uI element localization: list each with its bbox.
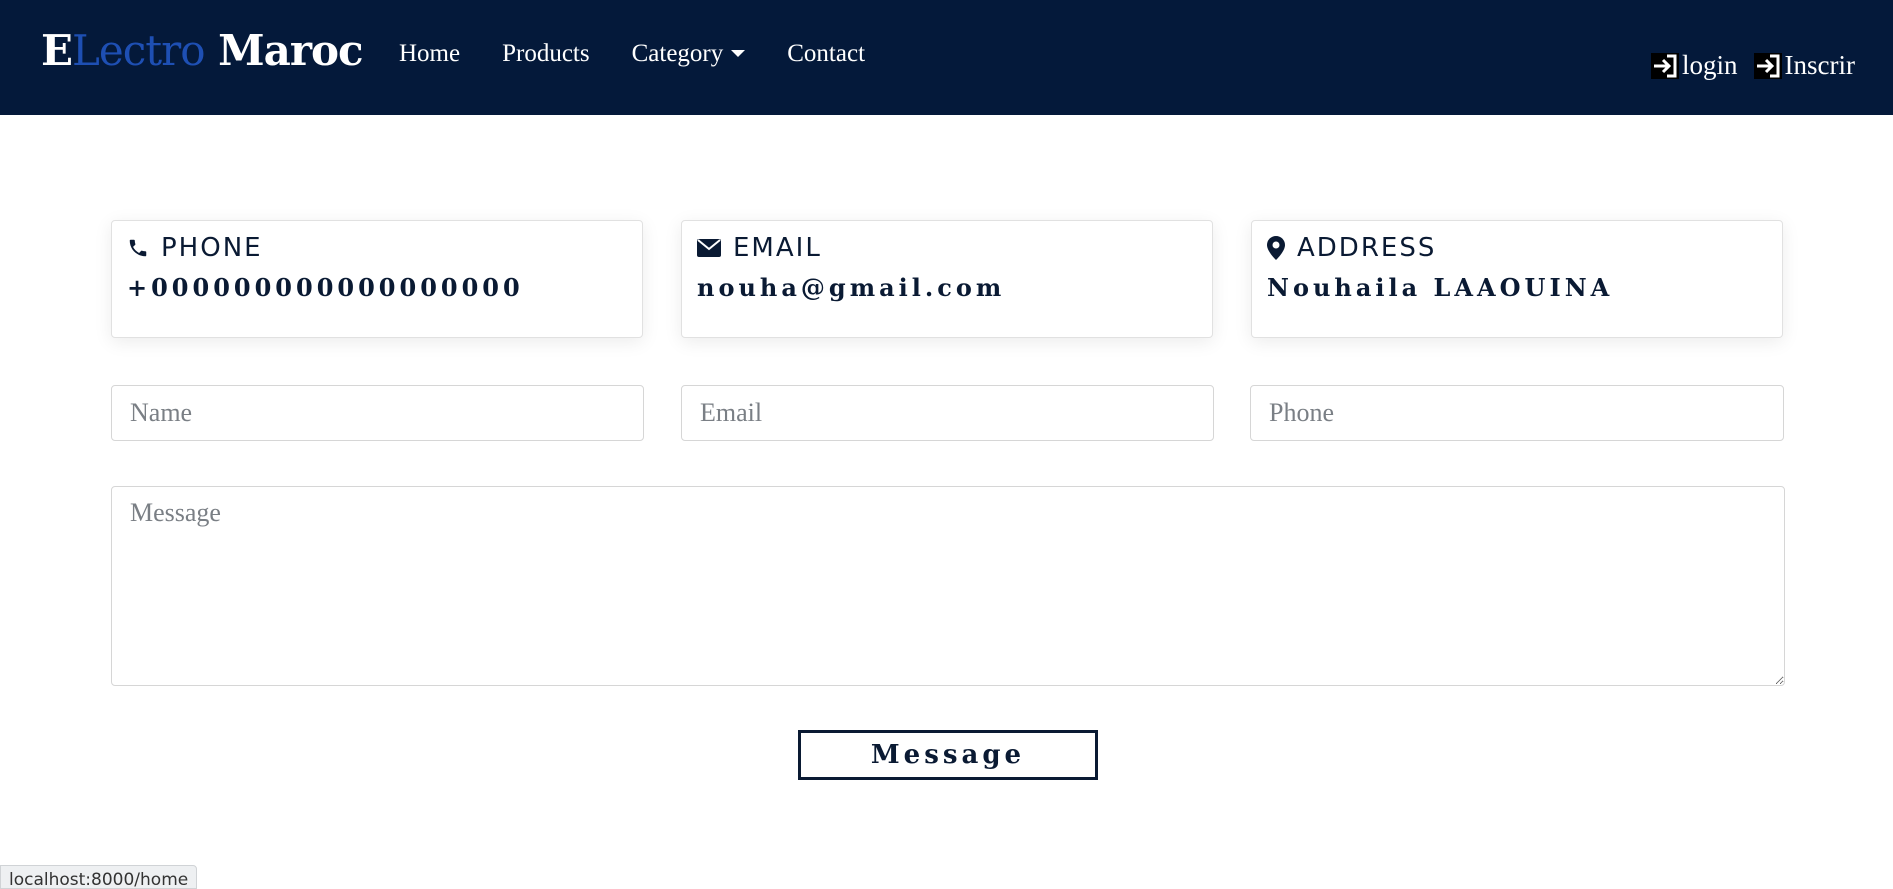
address-value: Nouhaila LAAOUINA: [1267, 273, 1614, 302]
nav-products[interactable]: Products: [502, 40, 590, 68]
phone-card: PHONE +000000000000000000: [111, 220, 643, 338]
navbar: ELectro Maroc Home Products Category Con…: [0, 0, 1893, 115]
phone-value: +000000000000000000: [127, 273, 524, 302]
sign-in-icon: [1753, 52, 1782, 79]
map-marker-icon: [1267, 236, 1285, 260]
address-label: ADDRESS: [1297, 233, 1437, 263]
sign-in-icon: [1651, 52, 1680, 79]
brand-logo[interactable]: ELectro Maroc: [41, 26, 364, 75]
phone-input[interactable]: [1250, 385, 1784, 441]
signup-label: Inscrir: [1784, 50, 1855, 80]
signup-link[interactable]: Inscrir: [1753, 50, 1855, 81]
login-label: login: [1682, 50, 1738, 80]
address-card: ADDRESS Nouhaila LAAOUINA: [1251, 220, 1783, 338]
email-input[interactable]: [681, 385, 1214, 441]
brand-part-3: Maroc: [204, 26, 363, 75]
login-link[interactable]: login: [1651, 50, 1738, 81]
caret-down-icon: [731, 49, 746, 57]
name-input[interactable]: [111, 385, 644, 441]
nav-links: Home Products Category Contact: [399, 40, 907, 68]
status-bar-url: localhost:8000/home: [0, 865, 198, 889]
email-value: nouha@gmail.com: [697, 273, 1006, 302]
phone-icon: [129, 239, 147, 257]
nav-contact[interactable]: Contact: [787, 40, 865, 68]
email-label: EMAIL: [733, 233, 822, 263]
phone-label: PHONE: [161, 233, 263, 263]
brand-part-2: Lectro: [72, 26, 206, 75]
send-message-button[interactable]: Message: [798, 730, 1098, 780]
nav-category-dropdown[interactable]: Category: [632, 40, 746, 68]
nav-home[interactable]: Home: [399, 40, 460, 68]
email-card: EMAIL nouha@gmail.com: [681, 220, 1213, 338]
brand-part-1: E: [41, 26, 73, 75]
nav-category-label: Category: [631, 40, 724, 67]
message-textarea[interactable]: [111, 486, 1785, 686]
auth-links: login Inscrir: [1651, 50, 1855, 81]
envelope-icon: [697, 239, 721, 257]
